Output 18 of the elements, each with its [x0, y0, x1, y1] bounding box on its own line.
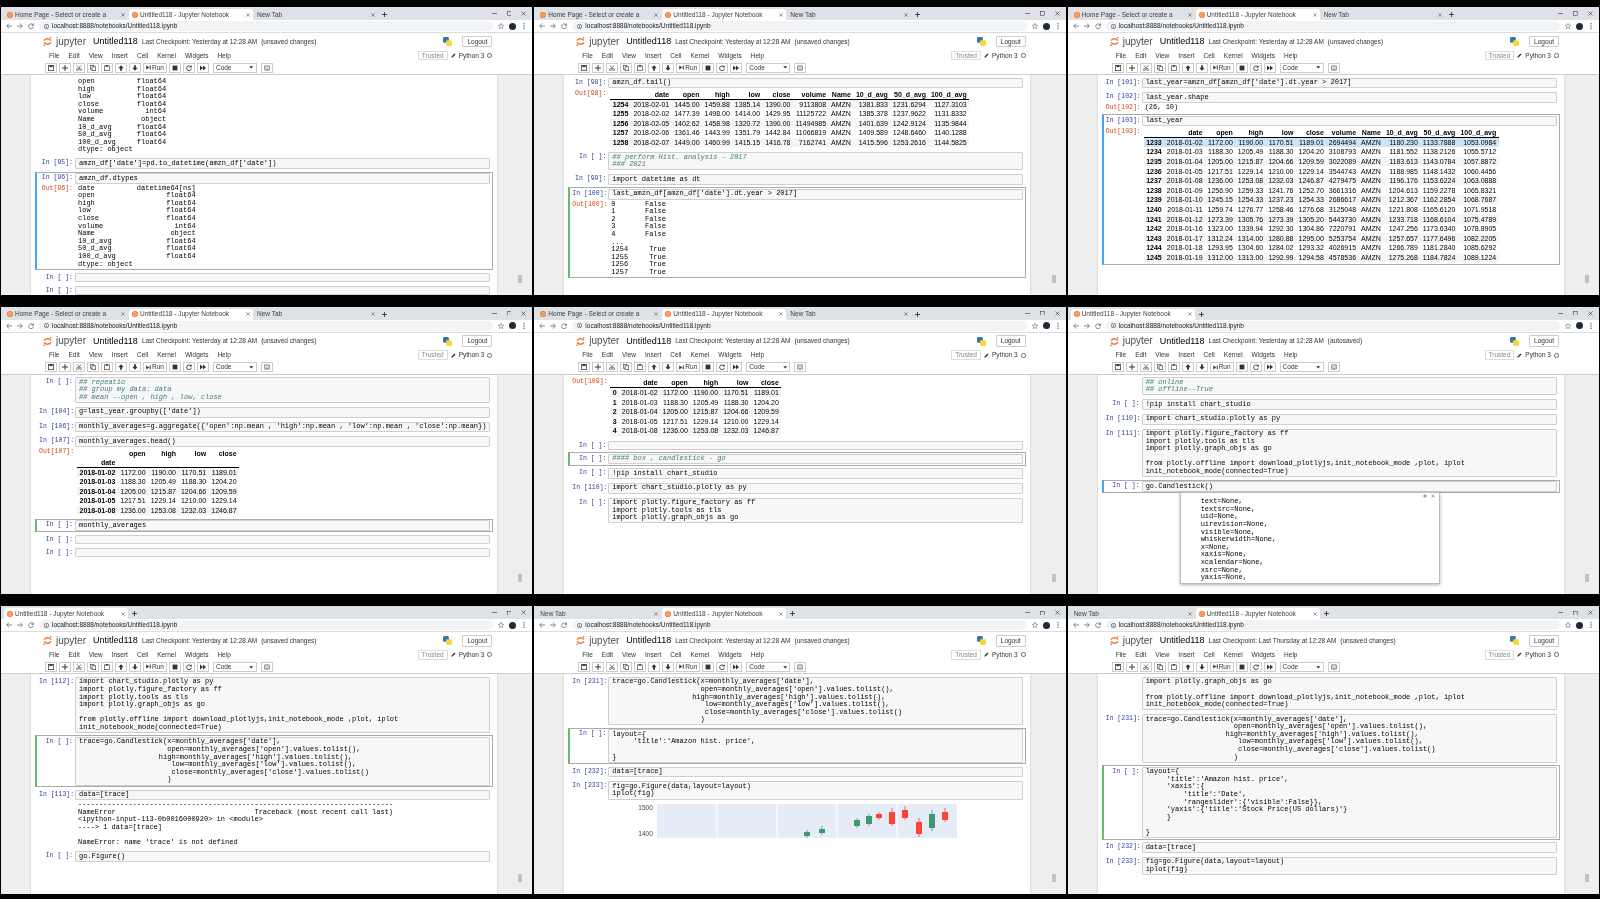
- notebook-title[interactable]: Untitled118: [93, 335, 138, 347]
- app-name: jupyter: [56, 35, 86, 48]
- app-name: jupyter: [589, 634, 620, 647]
- app-name: jupyter: [1122, 35, 1153, 48]
- notebook-title[interactable]: Untitled118: [1159, 36, 1205, 47]
- app-name: jupyter: [56, 335, 86, 348]
- app-name: jupyter: [56, 634, 86, 647]
- notebook-title[interactable]: Untitled118: [626, 335, 672, 347]
- notebook-title[interactable]: Untitled118: [1159, 635, 1205, 647]
- app-name: jupyter: [1122, 335, 1153, 348]
- app-name: jupyter: [589, 35, 620, 48]
- app-name: jupyter: [1122, 634, 1153, 647]
- notebook-title[interactable]: Untitled118: [93, 36, 138, 47]
- notebook-title[interactable]: Untitled118: [1159, 335, 1205, 347]
- notebook-title[interactable]: Untitled118: [93, 635, 138, 647]
- notebook-title[interactable]: Untitled118: [626, 36, 672, 47]
- app-name: jupyter: [589, 335, 620, 348]
- notebook-title[interactable]: Untitled118: [626, 635, 672, 647]
